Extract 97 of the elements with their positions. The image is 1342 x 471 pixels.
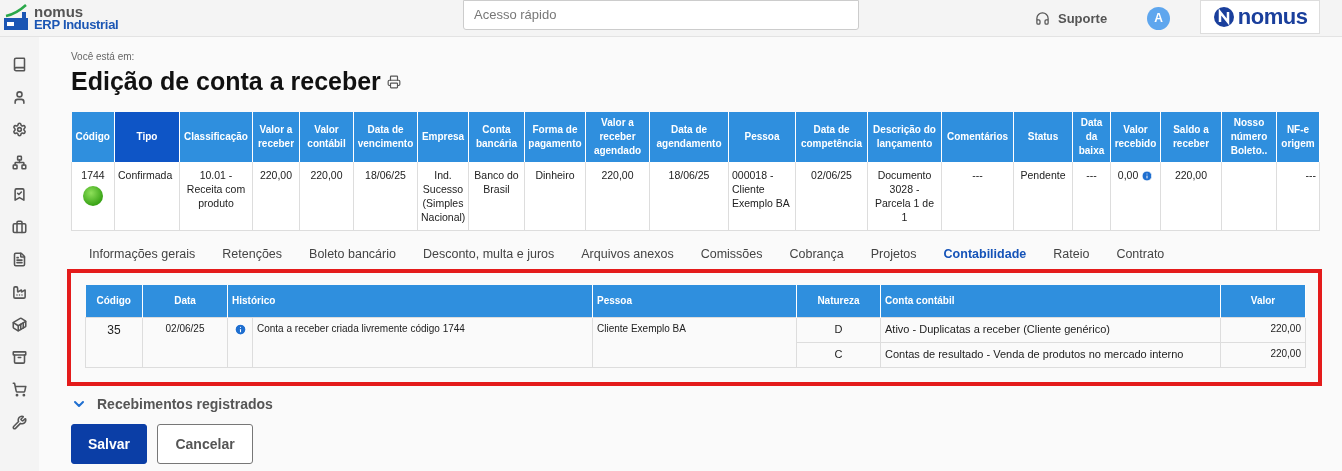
column-header[interactable]: Tipo [114, 112, 180, 162]
column-header[interactable]: Valor a receber agendado [585, 112, 650, 162]
column-header[interactable]: Data de vencimento [353, 112, 418, 162]
user-avatar[interactable]: A [1147, 6, 1171, 30]
table-cell: 10.01 - Receita com produto [186, 169, 246, 209]
table-cell: Conta a receber criada livremente código 1744 [252, 317, 593, 367]
tab[interactable]: Rateio [1053, 247, 1090, 261]
table-cell: 220,00 [601, 169, 634, 181]
print-icon[interactable] [386, 74, 401, 89]
support-link[interactable]: Suporte [1058, 10, 1108, 26]
tab[interactable]: Projetos [870, 247, 917, 261]
table-cell: --- [1086, 169, 1097, 181]
factory-icon[interactable] [12, 284, 27, 300]
table-cell: Pendente [1020, 169, 1066, 181]
cancel-button[interactable]: Cancelar [157, 423, 254, 464]
user-icon[interactable] [12, 89, 27, 105]
tab[interactable]: Cobrança [789, 247, 844, 261]
network-icon[interactable] [12, 154, 27, 170]
table-cell: C [796, 342, 881, 367]
column-header: Código [85, 285, 143, 317]
tab[interactable]: Contrato [1116, 247, 1165, 261]
table-cell: --- [972, 169, 983, 181]
tab[interactable]: Desconto, multa e juros [422, 247, 555, 261]
column-header[interactable]: Descrição do lançamento [867, 112, 942, 162]
table-cell: --- [1305, 169, 1316, 181]
tab[interactable]: Comissões [700, 247, 763, 261]
column-header[interactable]: Valor recebido [1110, 112, 1161, 162]
info-icon[interactable] [233, 322, 247, 336]
section-heading[interactable]: Recebimentos registrados [97, 395, 273, 412]
table-cell: Contas de resultado - Venda de produtos no mercado interno [880, 342, 1221, 367]
column-header[interactable]: Forma de pagamento [524, 112, 586, 162]
table-cell: 220,00 [310, 169, 343, 181]
table-cell: 220,00 [1220, 342, 1306, 367]
column-header[interactable]: Empresa [417, 112, 469, 162]
column-header[interactable]: Código [71, 112, 115, 162]
column-header[interactable]: NF-e origem [1276, 112, 1320, 162]
column-header[interactable]: Data de agendamento [649, 112, 729, 162]
headset-icon[interactable] [1035, 10, 1050, 26]
column-header[interactable]: Pessoa [728, 112, 796, 162]
archive-icon[interactable] [12, 349, 27, 365]
column-header: Histórico [227, 285, 593, 317]
tab[interactable]: Informações gerais [89, 247, 196, 261]
tab[interactable]: Boleto bancário [309, 247, 396, 261]
table-cell: Banco do Brasil [474, 169, 519, 195]
column-header[interactable]: Saldo a receber [1160, 112, 1222, 162]
table-cell: 35 [85, 317, 143, 367]
column-header[interactable]: Conta bancária [468, 112, 525, 162]
briefcase-icon[interactable] [12, 219, 27, 235]
column-header[interactable]: Status [1013, 112, 1073, 162]
column-header: Valor [1220, 285, 1306, 317]
column-header: Pessoa [592, 285, 797, 317]
table-cell: 220,00 [259, 169, 293, 181]
container-icon[interactable] [12, 317, 27, 332]
quick-access-field[interactable]: Acesso rápido [463, 0, 859, 30]
table-cell: Confirmada [118, 169, 173, 181]
column-header[interactable]: Nosso número Boleto.. [1221, 112, 1277, 162]
column-header[interactable]: Valor a receber [252, 112, 300, 162]
table-cell: 0,00 [1117, 169, 1139, 181]
table-cell: 18/06/25 [365, 169, 406, 181]
logo-text: nomus [34, 5, 85, 18]
bookmark-check-icon[interactable] [12, 187, 27, 202]
tab[interactable]: Retenções [222, 247, 283, 261]
table-cell: Ativo - Duplicatas a receber (Cliente genérico) [880, 317, 1221, 342]
table-cell: 02/06/25 [142, 317, 228, 367]
column-header: Data [142, 285, 228, 317]
column-header[interactable]: Valor contábil [299, 112, 354, 162]
column-header[interactable]: Comentários [941, 112, 1014, 162]
table-cell: 02/06/25 [811, 169, 852, 181]
table-cell: Dinheiro [535, 169, 575, 181]
table-cell: Documento 3028 - Parcela 1 de 1 [875, 169, 934, 223]
save-button[interactable]: Salvar [71, 423, 148, 464]
tab[interactable]: Arquivos anexos [581, 247, 674, 261]
column-header: Natureza [796, 285, 881, 317]
table-cell: 000018 - Cliente Exemplo BA [732, 169, 790, 209]
column-header: Conta contábil [880, 285, 1221, 317]
cart-icon[interactable] [12, 382, 27, 397]
table-cell: 18/06/25 [668, 169, 710, 181]
info-icon[interactable] [1141, 170, 1154, 183]
table-cell: 1744 [81, 169, 105, 181]
book-icon[interactable] [12, 57, 27, 72]
breadcrumb-label: Você está em: [71, 51, 136, 62]
document-icon[interactable] [12, 252, 27, 267]
page-title: Edição de conta a receber [71, 67, 381, 96]
column-header[interactable]: Data de competência [795, 112, 868, 162]
brand-logo: nomus [1200, 0, 1321, 34]
table-cell: D [796, 317, 881, 342]
wrench-icon[interactable] [12, 414, 27, 430]
table-cell: 220,00 [1174, 169, 1208, 181]
table-cell: 220,00 [1220, 317, 1306, 342]
settings-icon[interactable] [12, 122, 27, 137]
table-cell: Cliente Exemplo BA [592, 317, 797, 367]
column-header[interactable]: Data da baixa [1072, 112, 1111, 162]
tab[interactable]: Contabilidade [943, 247, 1027, 261]
column-header[interactable]: Classificação [179, 112, 253, 162]
status-ball-icon [83, 186, 103, 206]
logo-subtitle: ERP Industrial [34, 18, 119, 31]
table-cell: Ind. Sucesso (Simples Nacional) [421, 169, 466, 223]
